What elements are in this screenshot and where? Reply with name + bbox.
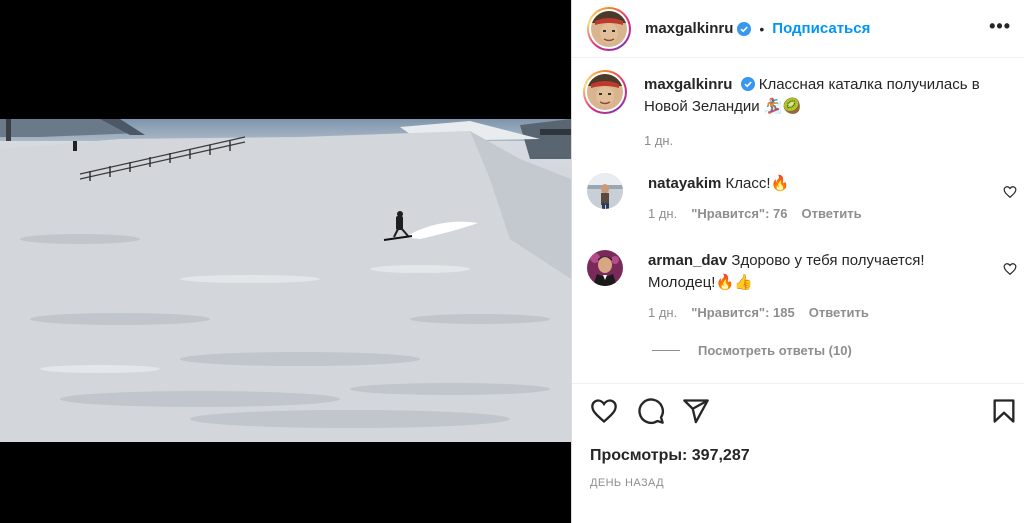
verified-badge-icon <box>737 21 752 36</box>
comment-item: arman_dav Здорово у тебя получается! Мол… <box>587 250 1024 324</box>
caption-item: maxgalkinru Классная каталка получилась … <box>583 70 984 152</box>
comment-bubble-icon[interactable] <box>637 397 665 425</box>
comment-meta: 1 дн. "Нравится": 76 Ответить <box>648 203 988 225</box>
comment-avatar[interactable] <box>587 250 623 286</box>
comment-time[interactable]: 1 дн. <box>648 203 677 225</box>
comments-section: maxgalkinru Классная каталка получилась … <box>572 58 1024 384</box>
comment-text: Класс!🔥 <box>725 175 790 192</box>
comment-likes[interactable]: "Нравится": 76 <box>691 203 787 225</box>
like-comment-heart-icon[interactable] <box>1003 185 1017 199</box>
comment-time[interactable]: 1 дн. <box>648 302 677 324</box>
comment-username[interactable]: natayakim <box>648 175 721 192</box>
like-heart-icon[interactable] <box>590 397 618 425</box>
author-avatar[interactable] <box>587 6 631 51</box>
author-username[interactable]: maxgalkinru <box>645 20 733 37</box>
post-header: maxgalkinru • Подписаться ••• <box>572 0 1024 58</box>
caption-username[interactable]: maxgalkinru <box>644 76 732 93</box>
share-paper-plane-icon[interactable] <box>682 397 710 425</box>
post-actions <box>572 397 1024 433</box>
comment-meta: 1 дн. "Нравится": 185 Ответить <box>648 302 988 324</box>
caption-time[interactable]: 1 дн. <box>644 130 673 152</box>
caption-body: maxgalkinru Классная каталка получилась … <box>644 74 984 152</box>
like-comment-heart-icon[interactable] <box>1003 262 1017 276</box>
reply-button[interactable]: Ответить <box>802 203 862 225</box>
replies-divider-line <box>652 350 680 351</box>
caption-meta: 1 дн. <box>644 130 984 152</box>
view-replies-button[interactable]: Посмотреть ответы (10) <box>652 343 852 358</box>
video-player[interactable] <box>0 119 571 442</box>
caption-avatar[interactable] <box>583 70 627 114</box>
reply-button[interactable]: Ответить <box>809 302 869 324</box>
verified-badge-icon <box>740 77 755 91</box>
header-separator: • <box>759 20 765 37</box>
post-panel: maxgalkinru • Подписаться ••• maxgalkinr… <box>571 0 1024 523</box>
video-frame-image <box>0 119 571 442</box>
comment-body: natayakim Класс!🔥 1 дн. "Нравится": 76 О… <box>648 173 988 225</box>
comment-avatar[interactable] <box>587 173 623 209</box>
comment-item: natayakim Класс!🔥 1 дн. "Нравится": 76 О… <box>587 173 1024 225</box>
view-replies-label: Посмотреть ответы (10) <box>698 343 852 358</box>
views-count[interactable]: Просмотры: 397,287 <box>590 447 750 465</box>
post-date[interactable]: ДЕНЬ НАЗАД <box>590 477 664 489</box>
comment-likes[interactable]: "Нравится": 185 <box>691 302 795 324</box>
comment-username[interactable]: arman_dav <box>648 252 727 269</box>
save-bookmark-icon[interactable] <box>990 397 1018 425</box>
media-area <box>0 0 571 523</box>
comment-body: arman_dav Здорово у тебя получается! Мол… <box>648 250 988 324</box>
follow-button[interactable]: Подписаться <box>772 20 870 37</box>
more-options-icon[interactable]: ••• <box>989 16 1011 37</box>
